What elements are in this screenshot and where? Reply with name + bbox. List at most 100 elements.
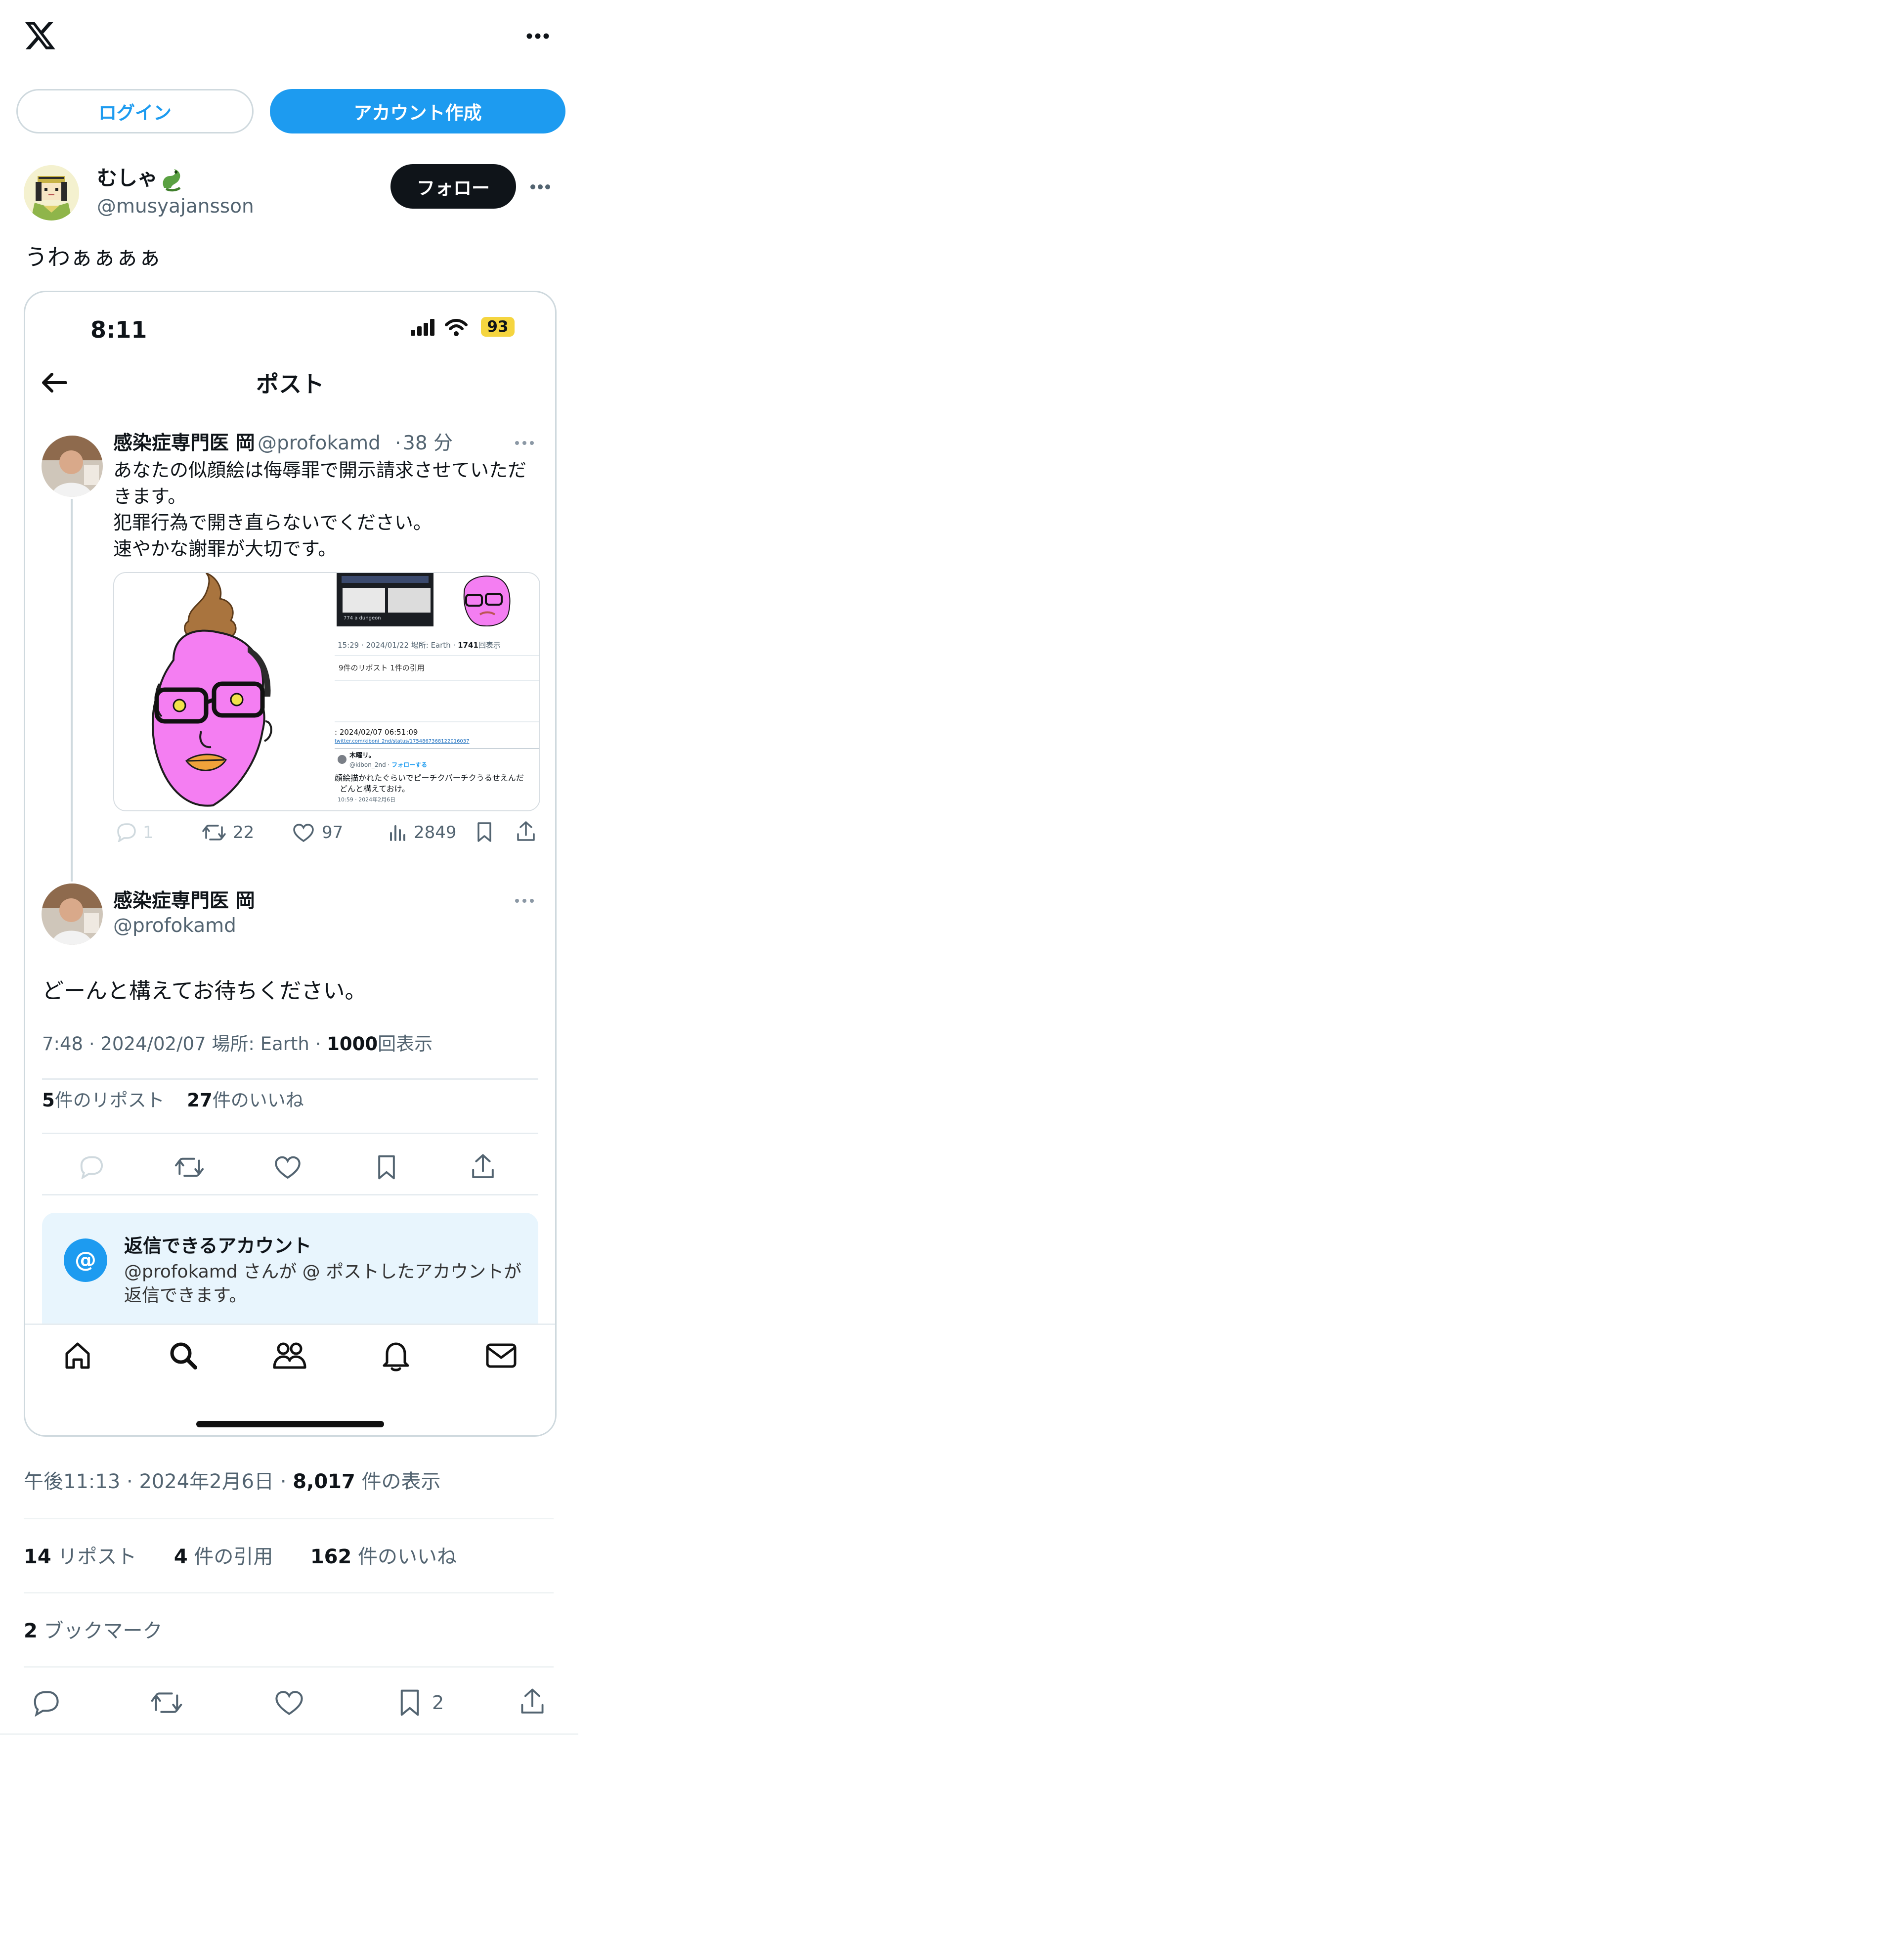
post-bookmarks: 2 ブックマーク [24,1618,163,1644]
login-button[interactable]: ログイン [16,89,254,133]
post-likes-count[interactable]: 162 [310,1546,352,1568]
collage-views: 1741 [458,641,478,650]
collage-divider [335,655,539,656]
quote-text1: 顔絵描かれたぐらいでピーチクパーチクうるせえんだ [335,773,524,783]
tweet1-sep: · [395,432,401,454]
post-likes-label[interactable]: 件のいいね [358,1546,457,1568]
post-reposts-label[interactable]: リポスト [57,1546,136,1568]
tweet1-handle[interactable]: @profokamd [258,431,381,456]
tweet2-handle[interactable]: @profokamd [113,913,236,939]
more-horizontal-icon[interactable] [526,33,550,40]
post-views-count: 8,017 [293,1470,355,1493]
tweet1-media[interactable]: 774 a dungeon 15:29 · 2024/01/22 場所: Ear… [113,572,540,811]
wifi-icon [444,318,468,337]
tab-bar [25,1324,555,1435]
tweet2-meta-views-label: 回表示 [378,1033,433,1055]
divider [24,1592,554,1593]
post-quotes-label[interactable]: 件の引用 [194,1546,273,1568]
tweet1-line: あなたの似顔絵は侮辱罪で開示請求させていただ [113,459,527,481]
tweet1-share-icon[interactable] [516,820,536,843]
post-bookmarks-label[interactable]: ブックマーク [44,1620,163,1642]
thumb-banner [342,576,429,583]
post-quotes-count[interactable]: 4 [174,1546,188,1568]
messages-icon[interactable] [485,1342,518,1369]
tweet1-text: あなたの似顔絵は侮辱罪で開示請求させていただ きます。 犯罪行為で開き直らないで… [113,457,526,562]
collage-time-line: 15:29 · 2024/01/22 場所: Earth · 1741回表示 [338,640,501,650]
bookmark-count: 2 [432,1692,444,1714]
share-icon[interactable] [519,1687,546,1717]
collage-views-label: 回表示 [478,641,501,650]
collage-image[interactable]: 774 a dungeon 15:29 · 2024/01/22 場所: Ear… [335,573,539,810]
signal-icon [411,319,435,336]
tweet2-more-icon[interactable] [515,898,534,903]
post-text: うわぁぁぁぁ [25,244,161,270]
tweet1-views-icon[interactable] [388,822,408,842]
post-reposts-count[interactable]: 14 [24,1546,51,1568]
tweet1-repost-icon[interactable] [201,822,227,843]
avatar[interactable] [24,165,79,221]
repost-icon[interactable] [149,1689,184,1717]
post-more-icon[interactable] [530,184,551,190]
tweet2-share-icon[interactable] [470,1152,496,1181]
post-bookmarks-count[interactable]: 2 [24,1620,38,1642]
tweet2-engagement: 5件のリポスト 27件のいいね [42,1088,304,1113]
quote-avatar [338,755,346,764]
bookmark-icon[interactable] [398,1688,421,1718]
tweet2-divider [42,1194,538,1195]
author-name[interactable]: むしゃ [97,165,158,191]
collage-date-line: : 2024/02/07 06:51:09 [335,728,418,737]
author-handle[interactable]: @musyajansson [97,195,254,219]
at-icon: @ [64,1238,107,1282]
tweet2-like-icon[interactable] [273,1155,302,1180]
x-logo-icon[interactable] [22,19,58,52]
tweet2-reply-icon[interactable] [77,1154,104,1179]
reply-notice-line1: @profokamd さんが @ ポストしたアカウントが [124,1262,522,1282]
status-time: 8:11 [90,316,147,343]
post-date[interactable]: 2024年2月6日 [139,1470,274,1493]
follow-button[interactable]: フォロー [390,164,516,209]
reply-icon[interactable] [30,1689,60,1717]
tweet1-reply-icon[interactable] [114,822,137,842]
tweet2-bookmark-icon[interactable] [376,1153,397,1181]
tweet1-reply-count: 1 [143,823,154,842]
collage-time: 15:29 · 2024/01/22 場所: Earth · [338,641,458,650]
tweet2-name[interactable]: 感染症専門医 岡 [113,888,255,914]
tweet2-reposts-count[interactable]: 5 [42,1090,55,1111]
tweet2-repost-icon[interactable] [173,1154,205,1180]
post-engagement: 14 リポスト 4 件の引用 162 件のいいね [24,1544,457,1570]
thumb-image-a [343,588,385,613]
tweet1-line: きます。 [113,486,187,507]
tweet1-views-count: 2849 [414,823,457,842]
tweet1-avatar[interactable] [42,436,103,497]
tweet1-bookmark-icon[interactable] [476,821,493,843]
dragon-icon [159,165,185,192]
signup-button[interactable]: アカウント作成 [270,89,565,133]
reply-notice-title: 返信できるアカウント [124,1235,312,1257]
tweet2-meta: 7:48 · 2024/02/07 場所: Earth · 1000回表示 [42,1032,433,1057]
post-image[interactable]: 8:11 93 ポスト 感染症専門医 岡 @profokamd · 38 分 あ… [24,291,557,1437]
communities-icon[interactable] [272,1340,307,1371]
tweet1-age[interactable]: 38 分 [403,431,453,456]
like-icon[interactable] [274,1690,304,1717]
tweet2-reposts-label[interactable]: 件のリポスト [55,1090,165,1111]
tweet1-like-icon[interactable] [292,823,315,843]
quote-name: 木曜リ。 [349,752,375,759]
tweet1-repost-count: 22 [233,823,255,842]
tweet2-likes-label[interactable]: 件のいいね [213,1090,304,1111]
tweet2-avatar[interactable] [42,883,103,945]
divider [24,1518,554,1519]
collage-divider [335,680,539,681]
search-icon[interactable] [168,1340,199,1371]
quote-handle: @kibon_2nd · [349,761,392,768]
tweet1-more-icon[interactable] [515,441,534,445]
tweet1-name[interactable]: 感染症専門医 岡 [113,431,255,456]
tweet2-meta-time[interactable]: 7:48 · 2024/02/07 場所: Earth · [42,1033,327,1055]
quote-text2: どんと構えておけ。 [340,784,410,794]
notifications-icon[interactable] [381,1339,411,1372]
post-time[interactable]: 午後11:13 [24,1470,120,1493]
reply-notice-line2: 返信できます。 [124,1285,247,1306]
quote-time: 10:59 · 2024年2月6日 [338,796,396,803]
home-icon[interactable] [62,1340,93,1371]
caricature-image[interactable] [114,573,335,810]
tweet2-likes-count[interactable]: 27 [187,1090,213,1111]
